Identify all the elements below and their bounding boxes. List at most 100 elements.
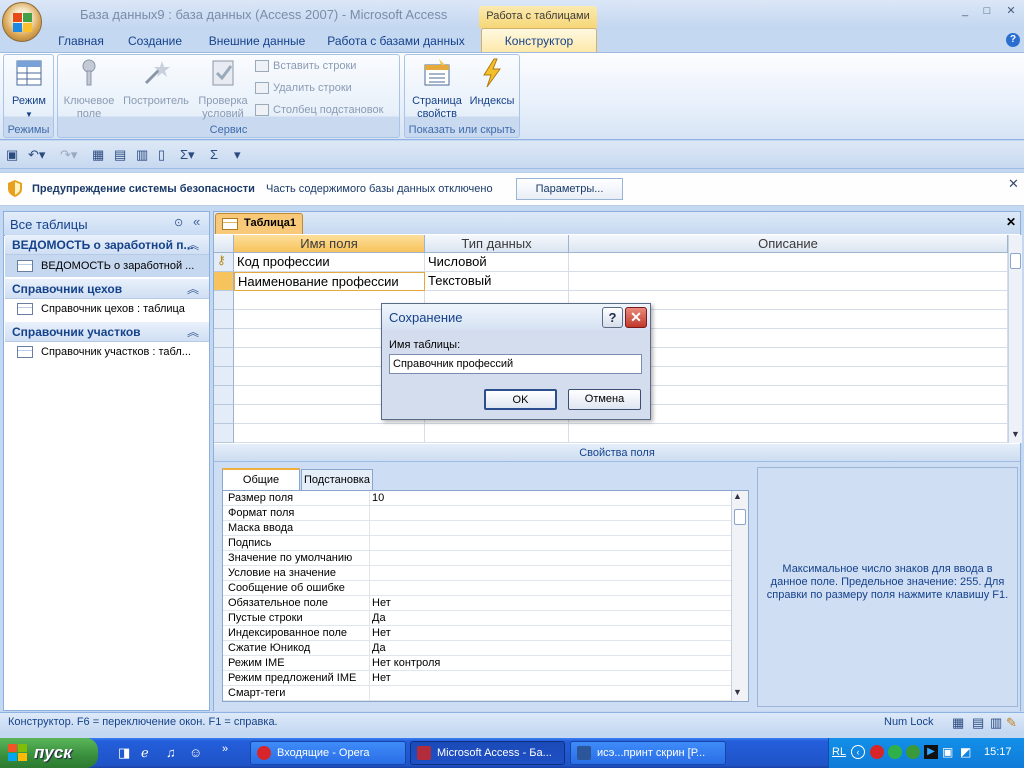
save-icon[interactable]: ▣ [6, 147, 18, 163]
property-row[interactable]: Режим предложений IME Нет [223, 671, 731, 686]
new-table-icon[interactable]: ▥ [136, 147, 148, 163]
property-row[interactable]: Размер поля 10 [223, 491, 731, 506]
property-row[interactable]: Сообщение об ошибке [223, 581, 731, 596]
property-value[interactable] [369, 506, 731, 521]
row-selector[interactable] [214, 424, 234, 443]
property-row[interactable]: Пустые строки Да [223, 611, 731, 626]
property-row[interactable]: Условие на значение [223, 566, 731, 581]
view-chart-icon[interactable]: ▥ [990, 715, 1002, 731]
tab-tablitsa1[interactable]: Таблица1 [215, 213, 303, 234]
key-field-button[interactable]: Ключевое поле [60, 57, 118, 121]
language-indicator[interactable]: RL [832, 746, 846, 758]
view-pivot-icon[interactable]: ▤ [972, 715, 984, 731]
check-rules-button[interactable]: Проверка условий [193, 57, 253, 121]
sum-icon[interactable]: Σ▾ [180, 147, 195, 163]
cancel-button[interactable]: Отмена [568, 389, 641, 410]
minimize-button[interactable]: _ [956, 4, 974, 18]
tab-lookup[interactable]: Подстановка [301, 469, 373, 490]
row-selector[interactable] [214, 291, 234, 310]
property-value[interactable] [369, 536, 731, 551]
nav-item-tsehov[interactable]: Справочник цехов : таблица [5, 298, 209, 320]
property-scrollbar[interactable]: ▲ ▼ [731, 491, 748, 701]
row-selector[interactable] [214, 329, 234, 348]
cell-desc[interactable] [569, 253, 1008, 272]
start-button[interactable]: пуск [0, 738, 98, 768]
cell-name[interactable]: Наименование профессии [234, 272, 425, 291]
cell-name[interactable] [234, 424, 425, 443]
column-header-field-name[interactable]: Имя поля [234, 235, 425, 253]
property-value[interactable]: 10 [369, 491, 731, 506]
cell-type[interactable] [425, 424, 569, 443]
scroll-thumb[interactable] [1010, 253, 1021, 269]
taskbar-item-access[interactable]: Microsoft Access - Ба... [410, 741, 565, 765]
property-value[interactable] [369, 566, 731, 581]
nav-item-vedomost[interactable]: ВЕДОМОСТЬ о заработной ... [5, 255, 209, 277]
help-icon[interactable]: ? [1006, 33, 1020, 47]
property-value[interactable] [369, 551, 731, 566]
close-icon[interactable]: ✕ [1008, 176, 1019, 192]
customize-toolbar-icon[interactable]: ▾ [234, 147, 241, 163]
row-selector[interactable]: ⚷ [214, 253, 234, 272]
property-row[interactable]: Обязательное поле Нет [223, 596, 731, 611]
rezhim-button[interactable]: Режим ▼ [9, 57, 49, 121]
view-datasheet-icon[interactable]: ▦ [92, 147, 104, 163]
show-desktop-icon[interactable]: ◨ [118, 745, 130, 761]
table-name-input[interactable] [389, 354, 642, 374]
cell-type[interactable]: Текстовый [425, 272, 569, 291]
row-selector[interactable] [214, 348, 234, 367]
property-value[interactable]: Нет [369, 596, 731, 611]
delete-rows-button[interactable]: Удалить строки [255, 79, 352, 97]
tab-external[interactable]: Внешние данные [203, 30, 311, 52]
dialog-help-button[interactable]: ? [602, 307, 623, 328]
property-row[interactable]: Режим IME Нет контроля [223, 656, 731, 671]
dialog-close-button[interactable]: ✕ [625, 307, 647, 328]
sum-small-icon[interactable]: Σ [210, 147, 218, 163]
grid-corner[interactable] [214, 235, 234, 253]
office-button[interactable] [2, 2, 42, 42]
property-value[interactable]: Нет [369, 671, 731, 686]
lookup-column-button[interactable]: Столбец подстановок [255, 101, 383, 119]
property-value[interactable]: Да [369, 641, 731, 656]
property-row[interactable]: Подпись [223, 536, 731, 551]
row-selector[interactable] [214, 272, 234, 291]
row-selector[interactable] [214, 405, 234, 424]
tab-glavnaya[interactable]: Главная [52, 30, 110, 52]
opera-tray-icon[interactable] [870, 745, 884, 759]
tab-sozdanie[interactable]: Создание [122, 30, 188, 52]
property-row[interactable]: Формат поля [223, 506, 731, 521]
ok-button[interactable]: OK [484, 389, 557, 410]
close-document-icon[interactable]: ✕ [1006, 215, 1016, 229]
property-sheet-button[interactable]: Страница свойств [407, 57, 467, 121]
property-row[interactable]: Сжатие Юникод Да [223, 641, 731, 656]
media-icon[interactable]: ♫ [166, 745, 176, 760]
network-tray-icon[interactable]: ▣ [942, 745, 953, 759]
nav-item-uchastkov[interactable]: Справочник участков : табл... [5, 341, 209, 363]
nav-group-uchastkov[interactable]: Справочник участков ︽ [5, 322, 209, 342]
property-row[interactable]: Индексированное поле Нет [223, 626, 731, 641]
property-value[interactable]: Нет контроля [369, 656, 731, 671]
dropdown-icon[interactable]: ⊙ [174, 216, 183, 229]
taskbar-item-opera[interactable]: Входящие - Opera [250, 741, 406, 765]
insert-rows-button[interactable]: Вставить строки [255, 57, 356, 75]
view-table-icon[interactable]: ▤ [114, 147, 126, 163]
property-value[interactable]: Да [369, 611, 731, 626]
view-design-icon[interactable]: ✎ [1006, 715, 1017, 731]
volume-tray-icon[interactable]: ◩ [960, 745, 971, 759]
cell-name[interactable]: Код профессии [234, 253, 425, 272]
property-row[interactable]: Значение по умолчанию [223, 551, 731, 566]
column-header-description[interactable]: Описание [569, 235, 1008, 253]
cell-desc[interactable] [569, 424, 1008, 443]
maximize-button[interactable]: □ [978, 4, 996, 18]
cell-type[interactable]: Числовой [425, 253, 569, 272]
tray-back-icon[interactable]: ‹ [851, 745, 865, 759]
property-row[interactable]: Смарт-теги [223, 686, 731, 701]
tab-general[interactable]: Общие [222, 468, 300, 490]
nav-group-tsehov[interactable]: Справочник цехов ︽ [5, 279, 209, 299]
cell-desc[interactable] [569, 272, 1008, 291]
redo-icon[interactable]: ↷▾ [60, 147, 77, 163]
property-value[interactable]: Нет [369, 626, 731, 641]
ie-icon[interactable]: ℯ [141, 745, 149, 761]
collapse-pane-icon[interactable]: « [193, 214, 200, 229]
tab-database-tools[interactable]: Работа с базами данных [322, 30, 470, 52]
new-doc-icon[interactable]: ▯ [158, 147, 165, 163]
